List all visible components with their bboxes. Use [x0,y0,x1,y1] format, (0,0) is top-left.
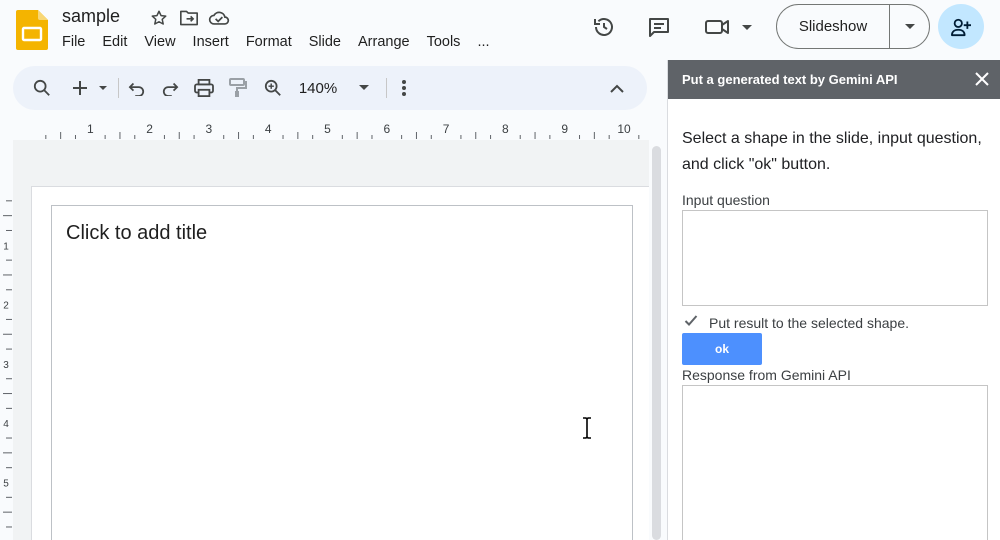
input-question-label: Input question [682,192,770,208]
vertical-ruler-label: 5 [3,479,9,490]
sidebar-title: Put a generated text by Gemini API [682,72,898,87]
toolbar-separator [386,78,387,98]
menu-insert[interactable]: Insert [193,34,229,50]
response-label: Response from Gemini API [682,367,851,383]
redo-icon[interactable] [157,66,183,110]
move-to-folder-icon[interactable] [178,8,200,28]
menu-file[interactable]: File [62,34,85,50]
zoom-level-label: 140% [298,79,338,97]
menu-more[interactable]: ... [477,34,489,50]
title-actions [148,8,230,28]
share-add-person-icon[interactable] [938,4,984,49]
comment-icon[interactable] [641,10,677,44]
ruler-label: 2 [146,122,153,136]
search-icon[interactable] [29,66,55,110]
ruler-label: 9 [561,122,568,136]
ruler-label: 10 [617,122,631,136]
zoom-icon[interactable] [260,66,286,110]
vertical-ruler-label: 4 [3,419,9,430]
star-icon[interactable] [148,8,170,28]
ruler-label: 4 [265,122,272,136]
title-placeholder-box[interactable] [51,205,633,540]
meet-camera-icon[interactable] [700,10,756,44]
ruler-label: 5 [324,122,331,136]
gemini-sidebar: Put a generated text by Gemini API Selec… [667,60,1000,540]
ruler-label: 7 [443,122,450,136]
toolbar-separator [118,78,119,98]
menu-view[interactable]: View [144,34,175,50]
close-icon[interactable] [973,70,991,88]
canvas-scrollbar[interactable] [652,146,661,540]
response-field[interactable] [682,385,988,540]
more-vert-icon[interactable] [393,66,415,110]
slideshow-dropdown-icon[interactable] [890,23,929,31]
slideshow-label[interactable]: Slideshow [777,5,890,48]
ok-button[interactable]: ok [682,333,762,365]
menu-edit[interactable]: Edit [102,34,127,50]
text-cursor-icon [580,417,594,439]
menu-slide[interactable]: Slide [309,34,341,50]
vertical-ruler-label: 1 [3,241,9,252]
app-header: sample File Edit View Insert Format Slid… [0,0,1000,62]
history-icon[interactable] [586,10,622,44]
add-icon[interactable] [69,66,113,110]
print-icon[interactable] [191,66,217,110]
document-title[interactable]: sample [62,6,120,27]
sidebar-instructions: Select a shape in the slide, input quest… [682,130,982,173]
menu-format[interactable]: Format [246,34,292,50]
ruler-label: 8 [502,122,509,136]
undo-icon[interactable] [124,66,150,110]
menu-arrange[interactable]: Arrange [358,34,410,50]
vertical-ruler: 1 2 3 4 5 [3,200,12,528]
zoom-dropdown-icon[interactable] [354,66,374,110]
zoom-level-value[interactable]: 140% [295,66,341,110]
menu-bar: File Edit View Insert Format Slide Arran… [62,34,507,50]
cloud-saved-icon[interactable] [208,8,230,28]
sidebar-header: Put a generated text by Gemini API [668,60,1000,99]
ruler-label: 3 [206,122,213,136]
collapse-icon[interactable] [605,66,629,110]
vertical-ruler-label: 2 [3,301,9,312]
paint-format-icon[interactable] [225,66,251,110]
slides-app: sample File Edit View Insert Format Slid… [0,0,1000,540]
menu-tools[interactable]: Tools [427,34,461,50]
vertical-ruler-label: 3 [3,360,9,371]
horizontal-ruler: 1 2 3 4 5 6 7 8 9 10 [45,122,640,139]
ruler-label: 1 [87,122,94,136]
put-result-checkbox[interactable] [684,314,698,328]
slideshow-button[interactable]: Slideshow [776,4,930,49]
slides-logo-icon[interactable] [16,10,48,50]
slide-title-placeholder[interactable]: Click to add title [66,222,207,245]
input-question-field[interactable] [682,210,988,306]
ruler-label: 6 [383,122,390,136]
toolbar: 140% [13,66,647,110]
put-result-checkbox-label[interactable]: Put result to the selected shape. [709,315,909,331]
